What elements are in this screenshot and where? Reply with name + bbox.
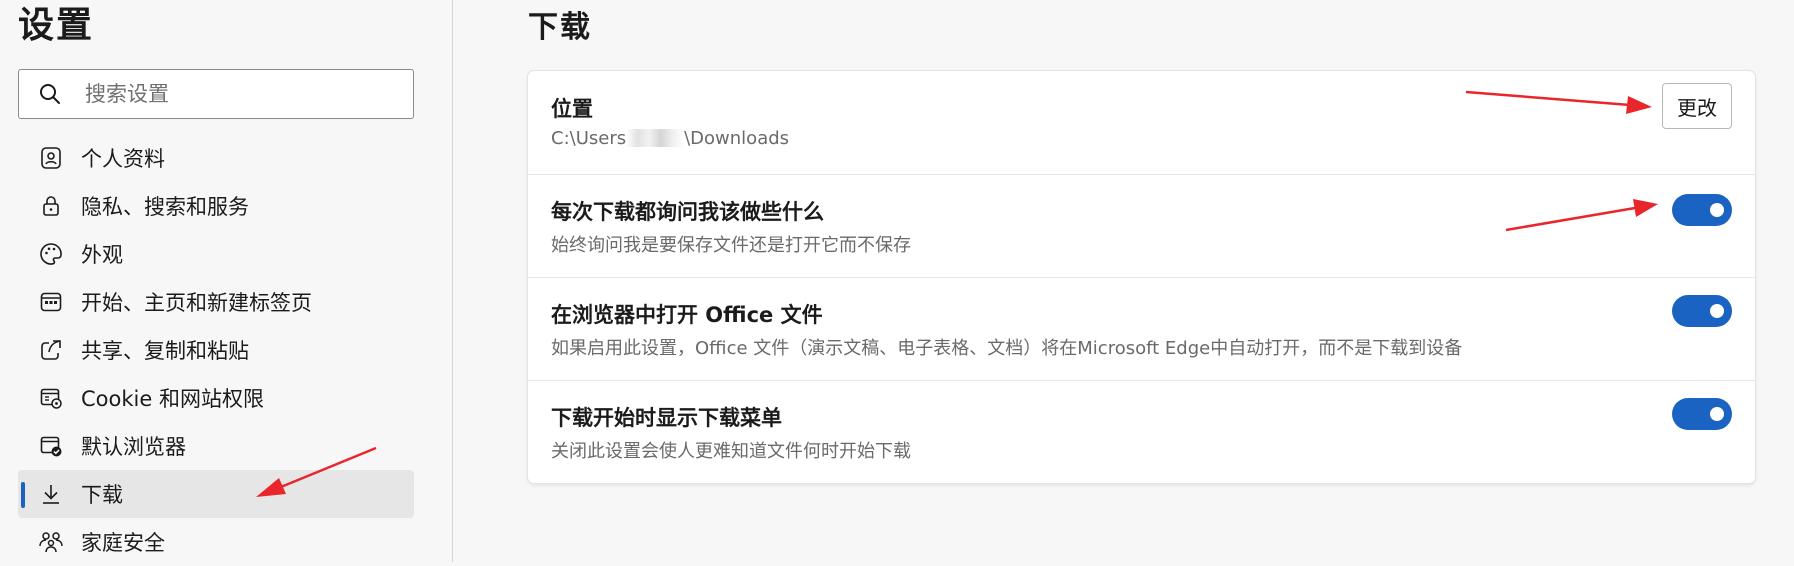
sidebar-nav: 个人资料 隐私、搜索和服务 外观 开始、主页和新建标签页 共享、复制和粘贴 Co… [18, 134, 414, 566]
toggle-knob [1710, 407, 1724, 421]
setting-row-ask-each-download: 每次下载都询问我该做些什么 始终询问我是要保存文件还是打开它而不保存 [528, 174, 1755, 278]
toggle-knob [1710, 304, 1724, 318]
default-browser-icon [38, 433, 64, 459]
sidebar-item-label: 隐私、搜索和服务 [81, 195, 249, 219]
settings-sidebar: 设置 个人资料 隐私、搜索和服务 外观 [0, 0, 453, 562]
page-title: 下载 [528, 10, 592, 45]
search-box[interactable] [18, 69, 414, 119]
setting-description: 如果启用此设置，Office 文件（演示文稿、电子表格、文档）将在Microso… [551, 338, 1463, 359]
setting-row-open-office-files: 在浏览器中打开 Office 文件 如果启用此设置，Office 文件（演示文稿… [528, 277, 1755, 381]
sidebar-item-label: 外观 [81, 243, 123, 267]
toggle-knob [1710, 203, 1724, 217]
setting-title: 在浏览器中打开 Office 文件 [551, 303, 823, 327]
location-path-suffix: \Downloads [684, 128, 790, 149]
setting-title: 每次下载都询问我该做些什么 [551, 200, 824, 224]
sidebar-item-privacy[interactable]: 隐私、搜索和服务 [18, 182, 414, 230]
site-permissions-icon [38, 385, 64, 411]
sidebar-item-share-copy-paste[interactable]: 共享、复制和粘贴 [18, 326, 414, 374]
sidebar-item-label: 家庭安全 [81, 531, 165, 555]
sidebar-item-default-browser[interactable]: 默认浏览器 [18, 422, 414, 470]
sidebar-item-label: 默认浏览器 [81, 435, 186, 459]
sidebar-item-label: 个人资料 [81, 147, 165, 171]
search-icon [40, 84, 60, 104]
sidebar-item-downloads[interactable]: 下载 [18, 470, 414, 518]
setting-description: 关闭此设置会使人更难知道文件何时开始下载 [551, 441, 911, 462]
sidebar-item-start-home-newtab[interactable]: 开始、主页和新建标签页 [18, 278, 414, 326]
sidebar-item-label: 共享、复制和粘贴 [81, 339, 249, 363]
setting-title: 下载开始时显示下载菜单 [551, 406, 782, 430]
search-input[interactable] [83, 81, 387, 107]
ask-each-download-toggle[interactable] [1672, 194, 1732, 226]
download-icon [38, 481, 64, 507]
location-row: 位置 C:\Users \Downloads 更改 [528, 71, 1755, 175]
sidebar-item-label: 开始、主页和新建标签页 [81, 291, 312, 315]
redacted-username [626, 129, 685, 147]
profile-icon [38, 145, 64, 171]
show-downloads-menu-toggle[interactable] [1672, 398, 1732, 430]
open-office-files-toggle[interactable] [1672, 295, 1732, 327]
start-page-icon [38, 289, 64, 315]
share-icon [38, 337, 64, 363]
change-location-button[interactable]: 更改 [1662, 83, 1732, 129]
setting-row-show-downloads-menu: 下载开始时显示下载菜单 关闭此设置会使人更难知道文件何时开始下载 [528, 380, 1755, 483]
sidebar-item-appearance[interactable]: 外观 [18, 230, 414, 278]
lock-icon [38, 193, 64, 219]
sidebar-item-label: 下载 [81, 483, 123, 507]
setting-description: 始终询问我是要保存文件还是打开它而不保存 [551, 235, 911, 256]
sidebar-title: 设置 [18, 5, 95, 46]
sidebar-item-profile[interactable]: 个人资料 [18, 134, 414, 182]
sidebar-item-label: Cookie 和网站权限 [81, 387, 264, 411]
location-path: C:\Users \Downloads [551, 128, 789, 149]
sidebar-item-family-safety[interactable]: 家庭安全 [18, 518, 414, 566]
location-title: 位置 [551, 97, 593, 121]
sidebar-item-cookies-permissions[interactable]: Cookie 和网站权限 [18, 374, 414, 422]
downloads-settings-card: 位置 C:\Users \Downloads 更改 每次下载都询问我该做些什么 始… [528, 71, 1755, 483]
palette-icon [38, 241, 64, 267]
location-path-prefix: C:\Users [551, 128, 627, 149]
family-icon [38, 529, 64, 555]
